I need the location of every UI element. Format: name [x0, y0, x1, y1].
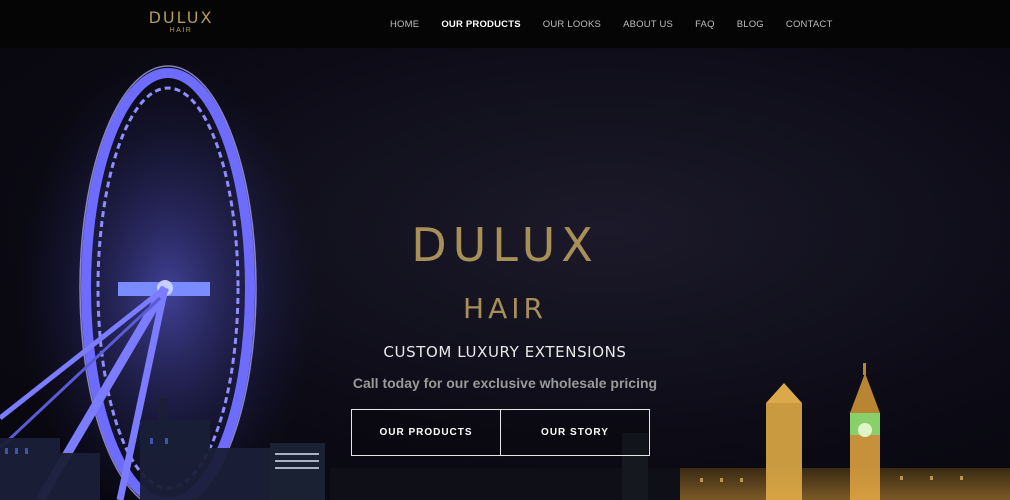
hero-brand-subtitle: HAIR [463, 292, 547, 325]
nav-item-our-looks[interactable]: OUR LOOKS [532, 19, 612, 30]
top-navigation-bar: DULUX HAIR HOME OUR PRODUCTS OUR LOOKS A… [0, 0, 1010, 48]
nav-item-our-products[interactable]: OUR PRODUCTS [430, 19, 531, 30]
hero-section: DULUX HAIR CUSTOM LUXURY EXTENSIONS Call… [0, 48, 1010, 500]
nav-item-contact[interactable]: CONTACT [775, 19, 844, 30]
our-story-button[interactable]: OUR STORY [500, 410, 649, 455]
nav-item-faq[interactable]: FAQ [684, 19, 726, 30]
nav-logo-main: DULUX [148, 8, 214, 27]
our-products-button[interactable]: OUR PRODUCTS [352, 410, 500, 455]
nav-logo[interactable]: DULUX HAIR [148, 10, 214, 38]
hero-call-to-action-text: Call today for our exclusive wholesale p… [352, 375, 658, 391]
hero-tagline: CUSTOM LUXURY EXTENSIONS [383, 343, 627, 361]
hero-brand-title: DULUX [411, 218, 599, 272]
nav-item-home[interactable]: HOME [379, 19, 430, 30]
nav-menu: HOME OUR PRODUCTS OUR LOOKS ABOUT US FAQ… [379, 0, 844, 48]
nav-item-about-us[interactable]: ABOUT US [612, 19, 684, 30]
nav-logo-sub: HAIR [169, 27, 193, 34]
hero-button-group: OUR PRODUCTS OUR STORY [351, 409, 650, 456]
nav-item-blog[interactable]: BLOG [726, 19, 775, 30]
